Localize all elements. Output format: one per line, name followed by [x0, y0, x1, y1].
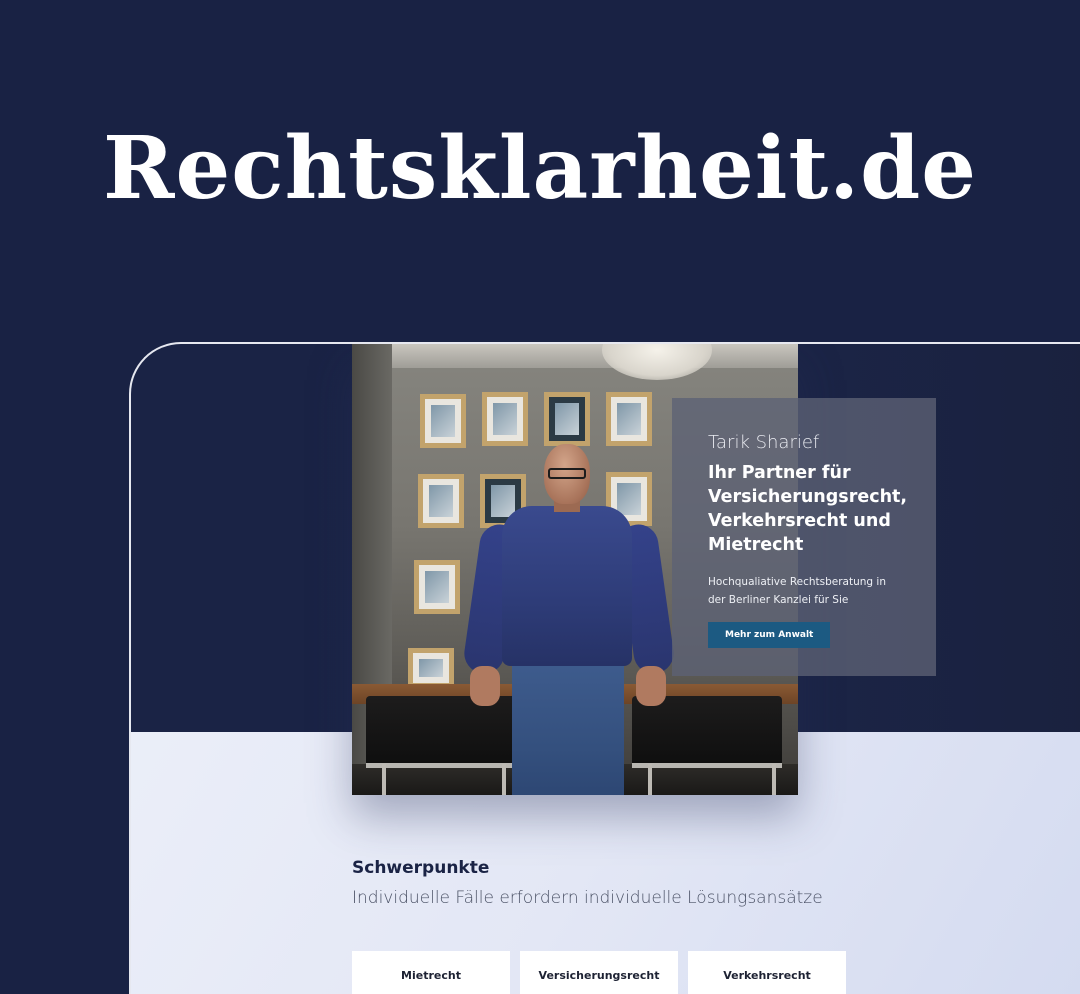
wall-picture [420, 394, 466, 448]
wall-picture [482, 392, 528, 446]
practice-area-tabs: Mietrecht Versicherungsrecht Verkehrsrec… [352, 951, 846, 994]
wall-picture [414, 560, 460, 614]
hero-card: Tarik Sharief Ihr Partner für Versicheru… [672, 398, 936, 676]
person [461, 444, 677, 795]
website-mockup: Tarik Sharief Ihr Partner für Versicheru… [129, 342, 1080, 994]
focus-title: Schwerpunkte [352, 858, 490, 878]
about-lawyer-button[interactable]: Mehr zum Anwalt [708, 622, 831, 648]
hero-headline: Ihr Partner für Versicherungsrecht, Verk… [708, 463, 908, 555]
wall-picture [408, 648, 454, 688]
tab-verkehrsrecht[interactable]: Verkehrsrecht [688, 951, 846, 994]
tab-mietrecht[interactable]: Mietrecht [352, 951, 510, 994]
focus-subtitle: Individuelle Fälle erfordern individuell… [352, 888, 823, 908]
tab-versicherungsrecht[interactable]: Versicherungsrecht [520, 951, 678, 994]
lawyer-name: Tarik Sharief [708, 432, 820, 453]
wall-picture [418, 474, 464, 528]
wall-picture [606, 392, 652, 446]
brand-title: Rechtsklarheit.de [103, 118, 977, 219]
hero-subtext: Hochqualiative Rechtsberatung in der Ber… [708, 576, 886, 606]
wall-picture [544, 392, 590, 446]
